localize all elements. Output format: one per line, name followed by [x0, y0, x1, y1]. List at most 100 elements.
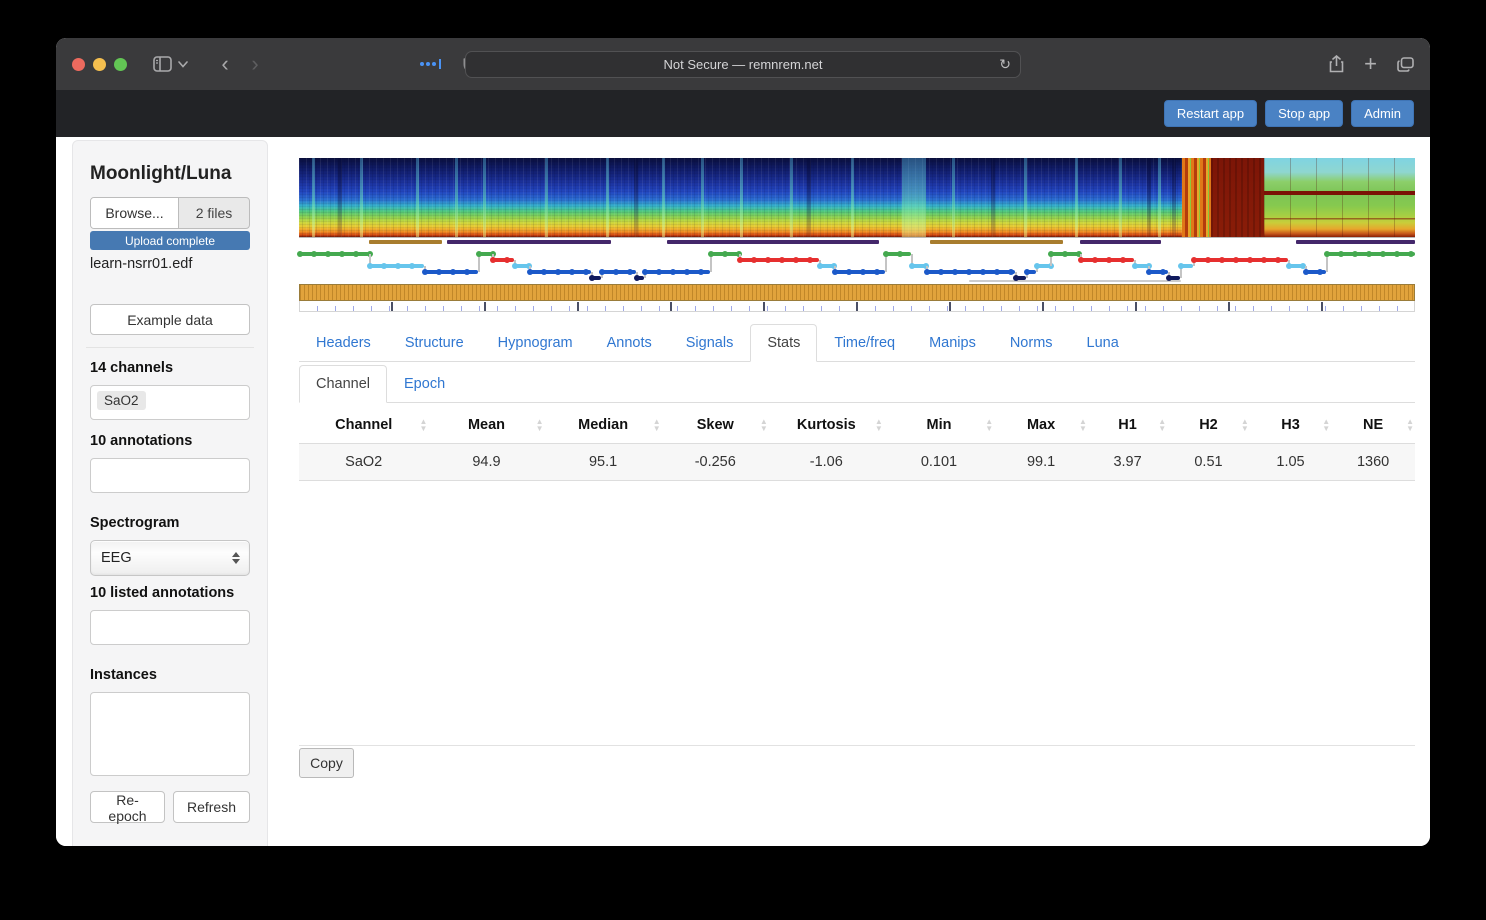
column-header-h2[interactable]: H2 ▲ ▼: [1167, 407, 1250, 444]
tab-luna[interactable]: Luna: [1070, 324, 1136, 362]
hypnogram-dot: [613, 269, 620, 275]
close-window-icon[interactable]: [72, 57, 85, 71]
table-cell: 95.1: [544, 443, 662, 481]
hypnogram-dot: [1190, 257, 1197, 263]
reload-icon[interactable]: ↻: [999, 56, 1011, 73]
sort-icon[interactable]: ▲ ▼: [985, 418, 993, 433]
extensions-icon[interactable]: [420, 59, 441, 69]
window-controls[interactable]: [72, 57, 127, 71]
hypnogram-dot: [966, 269, 973, 275]
spectrogram-streak: [1024, 158, 1028, 237]
channels-select-input[interactable]: SaO2: [90, 385, 250, 420]
sort-icon[interactable]: ▲ ▼: [760, 418, 768, 433]
share-icon[interactable]: [1329, 55, 1344, 73]
hypnogram-dot: [1131, 263, 1138, 269]
hypnogram-dot: [721, 251, 728, 257]
spectrogram-artifact-maroon: [1210, 158, 1265, 237]
tab-time-freq[interactable]: Time/freq: [817, 324, 912, 362]
tab-headers[interactable]: Headers: [299, 324, 388, 362]
instances-listbox[interactable]: [90, 692, 250, 776]
column-header-min[interactable]: Min ▲ ▼: [883, 407, 995, 444]
column-header-skew[interactable]: Skew ▲ ▼: [661, 407, 769, 444]
app-header: Restart app Stop app Admin: [56, 90, 1430, 137]
tab-annots[interactable]: Annots: [590, 324, 669, 362]
sort-icon[interactable]: ▲ ▼: [1158, 418, 1166, 433]
hypnogram-dot: [750, 257, 757, 263]
subtab-epoch[interactable]: Epoch: [387, 365, 462, 403]
annotation-bar: [667, 240, 880, 244]
hypnogram-dot: [1033, 263, 1040, 269]
zoom-window-icon[interactable]: [114, 57, 127, 71]
hypnogram-dot: [1316, 269, 1323, 275]
copy-button[interactable]: Copy: [299, 748, 354, 778]
hypnogram-dot: [1106, 257, 1113, 263]
browse-button[interactable]: Browse...: [91, 198, 179, 228]
stop-app-button[interactable]: Stop app: [1265, 100, 1344, 127]
column-header-max[interactable]: Max ▲ ▼: [994, 407, 1088, 444]
hypnogram-dot: [1246, 257, 1253, 263]
sidebar-chevron-icon[interactable]: [178, 60, 188, 68]
subtab-channel[interactable]: Channel: [299, 365, 388, 403]
new-tab-icon[interactable]: +: [1364, 51, 1377, 77]
sort-icon[interactable]: ▲ ▼: [420, 418, 428, 433]
tab-hypnogram[interactable]: Hypnogram: [481, 324, 590, 362]
browser-toolbar: ‹ › Not Secure — remnrem.net ↻ +: [56, 38, 1430, 90]
annotation-bar: [1080, 240, 1161, 244]
hypnogram-dot: [1260, 257, 1267, 263]
hypnogram-dot: [475, 251, 482, 257]
forward-button[interactable]: ›: [240, 51, 270, 77]
minimize-window-icon[interactable]: [93, 57, 106, 71]
channel-stats-table: Channel ▲ ▼ Mean ▲ ▼ Median ▲ ▼ Skew ▲ ▼ Kurtosis ▲ ▼ M…: [299, 407, 1415, 481]
column-header-h3[interactable]: H3 ▲ ▼: [1249, 407, 1332, 444]
hypnogram-dot: [1008, 269, 1015, 275]
spectrogram-channel-select[interactable]: EEG: [90, 540, 250, 576]
admin-button[interactable]: Admin: [1351, 100, 1414, 127]
sidebar-toggle-icon[interactable]: [153, 56, 172, 72]
table-row[interactable]: SaO2 94.9 95.1 -0.256 -1.06 0.101 99.1 3.97 0.51…: [299, 443, 1415, 481]
sort-icon[interactable]: ▲ ▼: [1406, 418, 1414, 433]
file-upload-control[interactable]: Browse... 2 files: [90, 197, 250, 229]
listed-annotations-input[interactable]: [90, 610, 250, 645]
column-header-median[interactable]: Median ▲ ▼: [544, 407, 662, 444]
hypnogram-dot: [1160, 269, 1167, 275]
sort-icon[interactable]: ▲ ▼: [653, 418, 661, 433]
annotations-select-input[interactable]: [90, 458, 250, 493]
tab-signals[interactable]: Signals: [669, 324, 751, 362]
sort-icon[interactable]: ▲ ▼: [1079, 418, 1087, 433]
address-bar[interactable]: Not Secure — remnrem.net ↻: [465, 51, 1021, 78]
sort-icon[interactable]: ▲ ▼: [1241, 418, 1249, 433]
spectrogram-image[interactable]: [299, 158, 1415, 238]
column-header-mean[interactable]: Mean ▲ ▼: [428, 407, 545, 444]
column-header-h1[interactable]: H1 ▲ ▼: [1087, 407, 1168, 444]
channel-token[interactable]: SaO2: [97, 391, 146, 410]
stats-body: SaO2 94.9 95.1 -0.256 -1.06 0.101 99.1 3.97 0.51…: [299, 443, 1415, 481]
sort-icon[interactable]: ▲ ▼: [536, 418, 544, 433]
hypnogram-dot: [1120, 257, 1127, 263]
tab-manips[interactable]: Manips: [912, 324, 993, 362]
restart-app-button[interactable]: Restart app: [1163, 100, 1258, 127]
tab-structure[interactable]: Structure: [388, 324, 481, 362]
sort-icon[interactable]: ▲ ▼: [875, 418, 883, 433]
hypnogram-dot: [1232, 257, 1239, 263]
table-cell: 0.51: [1167, 443, 1250, 481]
hypnogram-dot: [339, 251, 345, 257]
hypnogram-dot: [297, 251, 303, 257]
sort-icon[interactable]: ▲ ▼: [1322, 418, 1330, 433]
refresh-button[interactable]: Refresh: [172, 791, 250, 823]
tab-norms[interactable]: Norms: [993, 324, 1070, 362]
tab-overview-icon[interactable]: [1397, 56, 1414, 72]
upload-progress-bar: Upload complete: [90, 231, 250, 250]
tab-stats[interactable]: Stats: [750, 324, 818, 362]
back-button[interactable]: ‹: [210, 51, 240, 77]
hypnogram-dot: [1092, 257, 1099, 263]
hypnogram-dot: [1204, 257, 1211, 263]
example-data-button[interactable]: Example data: [90, 304, 250, 335]
table-cell: -1.06: [768, 443, 884, 481]
hypnogram[interactable]: [297, 246, 1415, 284]
hypnogram-dot: [1078, 257, 1085, 263]
column-header-kurtosis[interactable]: Kurtosis ▲ ▼: [768, 407, 884, 444]
column-header-ne[interactable]: NE ▲ ▼: [1331, 407, 1415, 444]
file-count-label: 2 files: [195, 205, 233, 221]
column-header-channel[interactable]: Channel ▲ ▼: [299, 407, 429, 444]
re-epoch-button[interactable]: Re-epoch: [90, 791, 165, 824]
